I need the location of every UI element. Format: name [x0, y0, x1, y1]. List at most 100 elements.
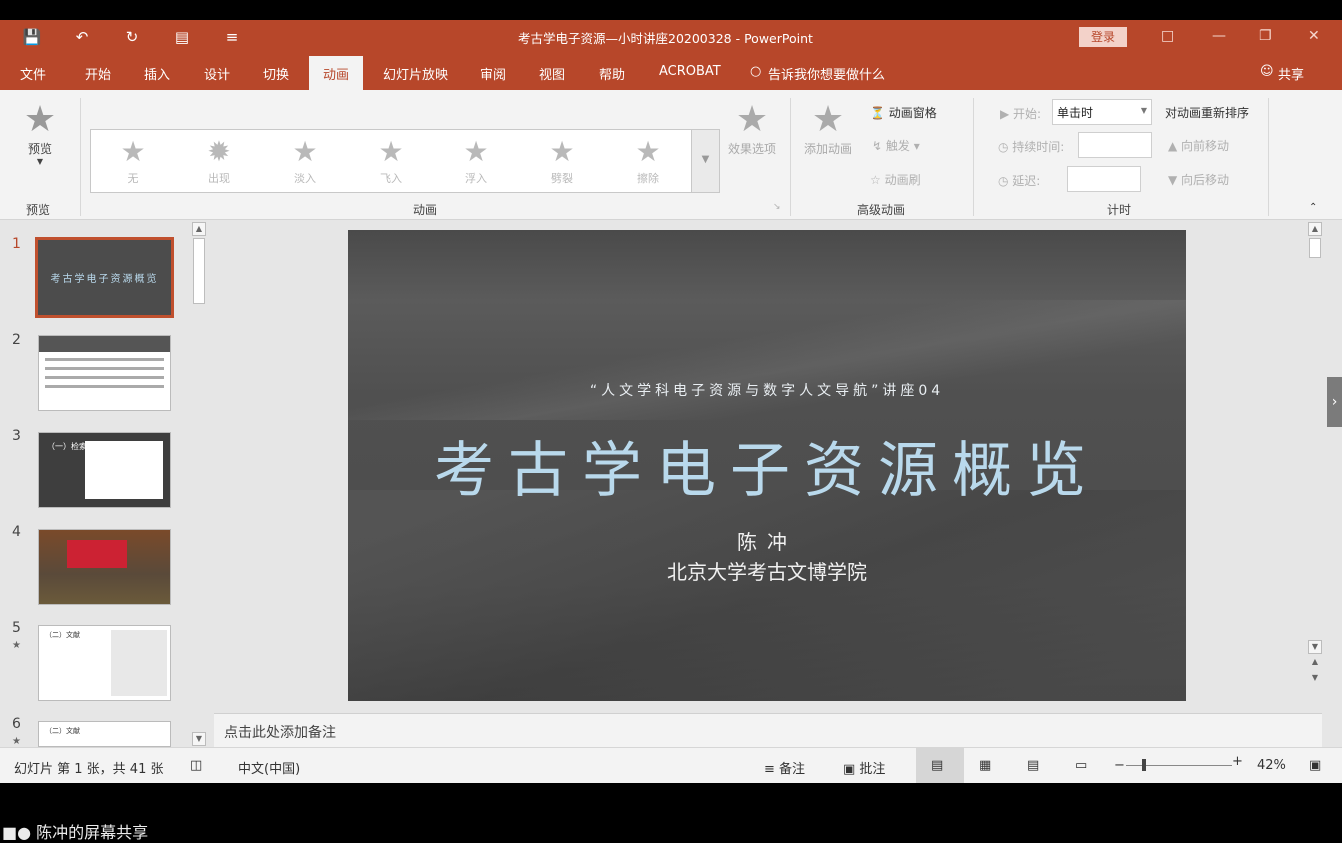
close-icon[interactable]: ✕ — [1308, 28, 1320, 44]
notes-icon: ≡ — [764, 762, 780, 777]
accessibility-icon[interactable]: ◫ — [190, 758, 202, 773]
move-later-button[interactable]: ▼ 向后移动 — [1168, 171, 1229, 188]
tell-me-search[interactable]: 告诉我你想要做什么 — [768, 64, 885, 83]
scroll-thumb[interactable] — [193, 238, 205, 304]
animation-pane-button[interactable]: ⏳ 动画窗格 — [870, 104, 937, 121]
tab-view[interactable]: 视图 — [539, 64, 565, 83]
slide-thumbnail-2[interactable] — [38, 335, 171, 411]
slide-thumbnail-4[interactable] — [38, 529, 171, 605]
reading-view-icon[interactable]: ▤ — [1027, 758, 1039, 773]
slide-thumbnail-1[interactable]: 考古学电子资源概览 — [35, 237, 174, 318]
gallery-more-button[interactable]: ▼ — [692, 129, 720, 193]
slideshow-icon[interactable]: ▭ — [1075, 758, 1087, 773]
slide-thumbnail-6[interactable]: （二）文献 — [38, 721, 171, 747]
slide-title: 考古学电子资源概览 — [434, 436, 1100, 506]
animation-none[interactable]: ★ 无 — [105, 136, 161, 186]
zoom-in-icon[interactable]: + — [1232, 754, 1243, 769]
effect-options-button[interactable]: ★ 效果选项 — [724, 100, 780, 157]
tab-slideshow[interactable]: 幻灯片放映 — [383, 64, 448, 83]
zoom-out-icon[interactable]: − — [1114, 758, 1125, 773]
animation-pane-icon: ⏳ — [870, 106, 889, 120]
tab-design[interactable]: 设计 — [204, 64, 230, 83]
animation-split[interactable]: ★ 劈裂 — [534, 136, 590, 186]
group-label-preview: 预览 — [26, 203, 51, 217]
slide-subtitle: “人文学科电子资源与数字人文导航”讲座04 — [589, 383, 945, 399]
previous-slide-icon[interactable]: ▲ — [1308, 656, 1322, 670]
slide-thumbnail-3[interactable]: （一）检索 — [38, 432, 171, 508]
collapse-ribbon-icon[interactable]: ⌃ — [1309, 202, 1317, 213]
tab-review[interactable]: 审阅 — [480, 64, 506, 83]
restore-icon[interactable]: ❐ — [1259, 28, 1272, 44]
preview-button[interactable]: ★ 预览 ▼ — [16, 99, 64, 167]
tab-acrobat[interactable]: ACROBAT — [659, 64, 721, 79]
triangle-up-icon: ▲ — [1168, 139, 1182, 153]
normal-view-icon[interactable]: ▤ — [931, 758, 943, 773]
animation-appear[interactable]: ✹ 出现 — [191, 136, 247, 186]
ribbon: ★ 预览 ▼ 预览 ★ 无 ✹ 出现 ★ 淡入 ★ 飞入 ★ 浮入 ★ 劈裂 ★ 擦除 ▼ ★… — [0, 90, 1342, 220]
group-label-animation: 动画 — [413, 203, 438, 217]
add-animation-button[interactable]: ★ 添加动画 — [800, 100, 856, 157]
share-button[interactable]: 共享 — [1278, 64, 1304, 83]
side-panel-toggle-icon[interactable]: › — [1327, 377, 1342, 427]
tab-animations[interactable]: 动画 — [309, 56, 364, 90]
delay-spinner[interactable] — [1067, 166, 1141, 192]
divider — [973, 98, 974, 216]
scroll-up-icon[interactable]: ▲ — [1308, 222, 1322, 236]
star-burst-icon: ✹ — [207, 135, 231, 168]
zoom-level[interactable]: 42% — [1257, 758, 1286, 773]
scroll-thumb[interactable] — [1309, 238, 1321, 258]
language-indicator[interactable]: 中文(中国) — [238, 758, 300, 777]
tab-file[interactable]: 文件 — [20, 64, 46, 83]
animation-float-in[interactable]: ★ 浮入 — [448, 136, 504, 186]
animation-wipe[interactable]: ★ 擦除 — [620, 136, 676, 186]
slide-editor: “人文学科电子资源与数字人文导航”讲座04 考古学电子资源概览 陈冲 北京大学考… — [214, 220, 1322, 713]
thumbnail-scrollbar[interactable]: ▲ ▼ — [192, 222, 206, 746]
tab-transitions[interactable]: 切换 — [263, 64, 289, 83]
fit-to-window-icon[interactable]: ▣ — [1309, 758, 1321, 773]
main-area: 1 考古学电子资源概览 2 3 （一）检索 4 5 ★ （二）文献 6 ★ （二… — [0, 220, 1342, 747]
tab-insert[interactable]: 插入 — [144, 64, 170, 83]
star-painter-icon: ☆ — [870, 173, 885, 187]
slide-sorter-icon[interactable]: ▦ — [979, 758, 991, 773]
animation-gallery: ★ 无 ✹ 出现 ★ 淡入 ★ 飞入 ★ 浮入 ★ 劈裂 ★ 擦除 — [90, 129, 692, 193]
next-slide-icon[interactable]: ▼ — [1308, 672, 1322, 686]
tab-home[interactable]: 开始 — [85, 64, 111, 83]
minimize-icon[interactable]: — — [1212, 28, 1226, 44]
notes-pane[interactable]: 点击此处添加备注 — [214, 713, 1322, 747]
slide-author: 陈冲 — [737, 530, 797, 554]
ribbon-display-icon[interactable]: □ — [1161, 28, 1174, 44]
play-icon: ▶ — [1000, 107, 1014, 121]
animation-painter-button[interactable]: ☆ 动画刷 — [870, 171, 921, 188]
add-star-icon: ★ — [811, 99, 845, 140]
start-label: ▶ 开始: — [1000, 107, 1042, 121]
login-button[interactable]: 登录 — [1079, 27, 1127, 47]
slide-thumbnail-5[interactable]: （二）文献 — [38, 625, 171, 701]
move-earlier-button[interactable]: ▲ 向前移动 — [1168, 137, 1229, 154]
notes-button[interactable]: ≡ 备注 — [764, 758, 805, 777]
group-label-advanced: 高级动画 — [857, 203, 906, 217]
undo-icon[interactable]: ↶ — [70, 28, 94, 46]
scroll-down-icon[interactable]: ▼ — [1308, 640, 1322, 654]
star-icon: ★ — [292, 135, 318, 168]
zoom-slider-thumb[interactable] — [1142, 759, 1146, 771]
present-icon[interactable]: ▤ — [170, 28, 194, 46]
scroll-down-icon[interactable]: ▼ — [192, 732, 206, 746]
save-icon[interactable]: 💾 — [20, 28, 44, 46]
slide-scrollbar[interactable]: ▲ ▼ ▲ ▼ — [1308, 222, 1322, 690]
duration-spinner[interactable] — [1078, 132, 1152, 158]
redo-icon[interactable]: ↻ — [120, 28, 144, 46]
trigger-button[interactable]: ↯ 触发 ▾ — [872, 137, 920, 154]
tab-help[interactable]: 帮助 — [599, 64, 625, 83]
comments-button[interactable]: ▣ 批注 — [843, 758, 885, 777]
dialog-launcher-icon[interactable]: ↘ — [773, 202, 781, 212]
clock-icon: ◷ — [998, 174, 1013, 188]
scroll-up-icon[interactable]: ▲ — [192, 222, 206, 236]
start-select[interactable]: 单击时 ▼ — [1052, 99, 1152, 125]
star-icon: ★ — [635, 135, 661, 168]
animation-fly-in[interactable]: ★ 飞入 — [363, 136, 419, 186]
animation-fade[interactable]: ★ 淡入 — [277, 136, 333, 186]
customize-icon[interactable]: ≡ — [220, 28, 244, 46]
preview-star-icon: ★ — [23, 99, 57, 140]
current-slide[interactable]: “人文学科电子资源与数字人文导航”讲座04 考古学电子资源概览 陈冲 北京大学考… — [348, 230, 1186, 701]
title-bar: 💾 ↶ ↻ ▤ ≡ 考古学电子资源—小时讲座20200328 - PowerPo… — [0, 20, 1342, 56]
